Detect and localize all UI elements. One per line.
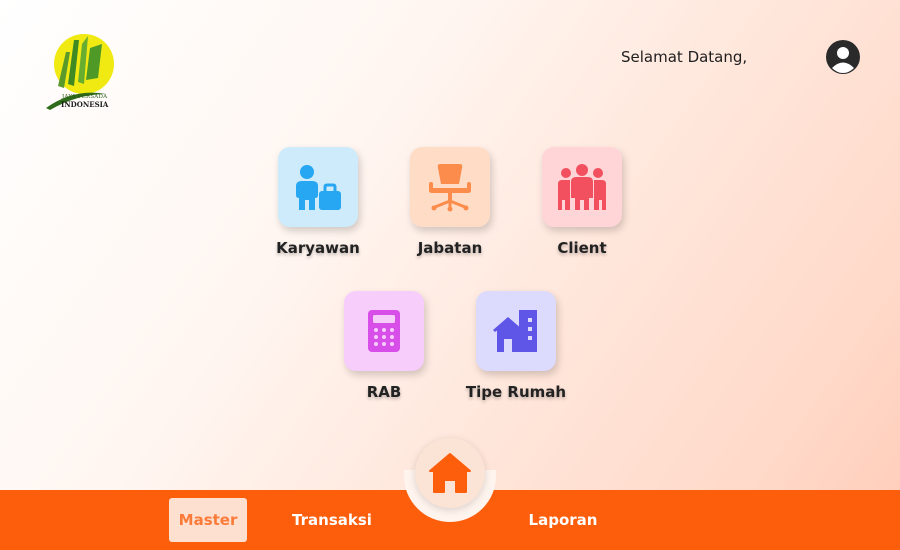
menu-item-tipe-rumah[interactable]: Tipe Rumah — [461, 291, 571, 401]
logo-text-bottom: INDONESIA — [61, 100, 109, 109]
user-circle-icon[interactable] — [826, 40, 860, 74]
menu-item-rab[interactable]: RAB — [329, 291, 439, 401]
menu-label-rab: RAB — [366, 383, 402, 401]
greeting-text: Selamat Datang, — [621, 48, 748, 66]
menu-label-tipe-rumah: Tipe Rumah — [465, 383, 567, 401]
menu-item-jabatan[interactable]: Jabatan — [395, 147, 505, 257]
home-button[interactable] — [415, 438, 485, 508]
menu-tile-tipe-rumah[interactable] — [476, 291, 556, 371]
menu-label-client: Client — [557, 239, 607, 257]
nav-item-laporan[interactable]: Laporan — [524, 498, 602, 542]
menu-label-jabatan: Jabatan — [417, 239, 483, 257]
nav-item-master[interactable]: Master — [169, 498, 247, 542]
home-icon — [429, 453, 471, 493]
menu-tile-rab[interactable] — [344, 291, 424, 371]
menu-tile-jabatan[interactable] — [410, 147, 490, 227]
house-building-icon — [493, 310, 537, 352]
nav-item-transaksi[interactable]: Transaksi — [288, 498, 376, 542]
menu-item-client[interactable]: Client — [527, 147, 637, 257]
menu-tile-client[interactable] — [542, 147, 622, 227]
menu-tile-karyawan[interactable] — [278, 147, 358, 227]
calculator-icon — [368, 310, 400, 352]
people-group-icon — [558, 164, 606, 210]
menu-label-karyawan: Karyawan — [276, 239, 360, 257]
menu-item-karyawan[interactable]: Karyawan — [263, 147, 373, 257]
employee-briefcase-icon — [296, 165, 341, 210]
office-chair-icon — [429, 164, 471, 212]
